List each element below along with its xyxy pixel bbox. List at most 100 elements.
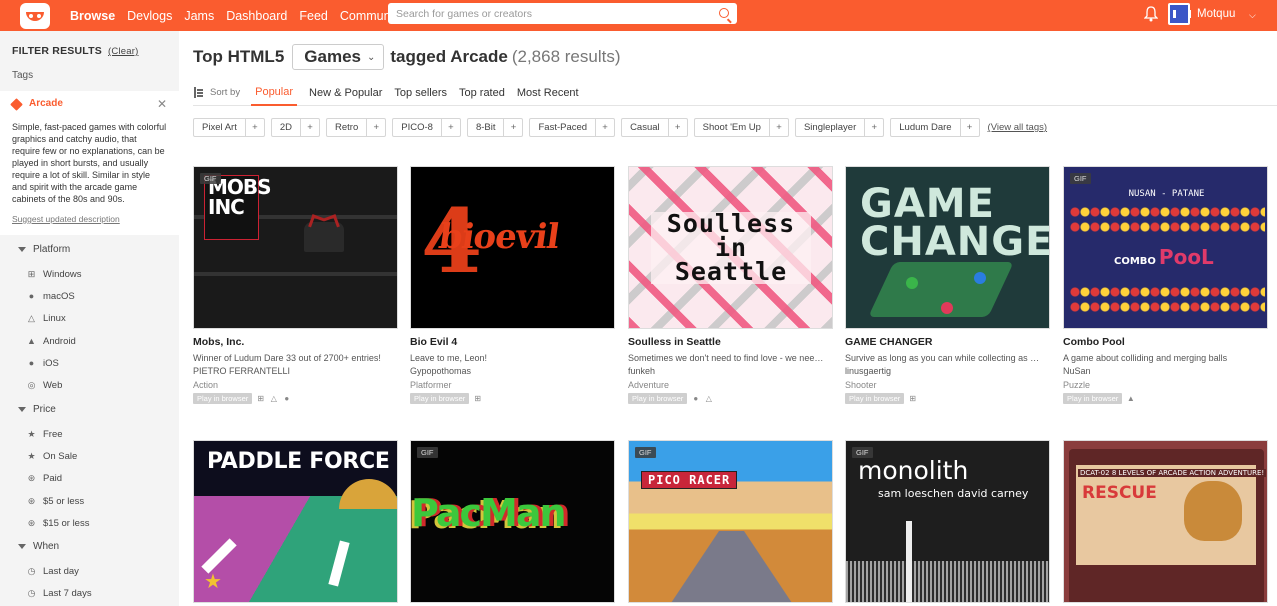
filter-ios[interactable]: ● iOS: [27, 358, 59, 369]
clear-filters-link[interactable]: (Clear): [108, 46, 138, 57]
tag-icon: [10, 98, 23, 111]
game-card: GIF MOBS INC Mobs, Inc. Winner of Ludum D…: [193, 166, 398, 404]
game-title[interactable]: Combo Pool: [1063, 336, 1268, 348]
nav-devlogs[interactable]: Devlogs: [121, 0, 178, 31]
play-in-browser-badge: Play in browser: [410, 393, 470, 404]
sort-tab-most-recent[interactable]: Most Recent: [517, 80, 579, 106]
title-suffix: tagged Arcade: [390, 47, 508, 66]
filter-last-day[interactable]: ◷ Last day: [27, 566, 79, 577]
game-card: Soulless in Seattle Soulless in Seattle …: [628, 166, 833, 404]
sort-tab-popular[interactable]: Popular: [251, 80, 298, 106]
game-description: Survive as long as you can while collect…: [845, 353, 1045, 363]
filter-on-sale[interactable]: ★ On Sale: [27, 451, 77, 462]
platform-section-toggle[interactable]: Platform: [18, 244, 70, 255]
plus-icon[interactable]: +: [301, 119, 319, 136]
filter-15-or-less[interactable]: ⊛ $15 or less: [27, 518, 90, 529]
triangle-down-icon: [18, 246, 26, 252]
plus-icon[interactable]: +: [596, 119, 614, 136]
sort-bar: Sort by Popular New & Popular Top seller…: [193, 80, 1277, 106]
game-title[interactable]: Soulless in Seattle: [628, 336, 833, 348]
avatar[interactable]: [1168, 3, 1191, 25]
plus-icon[interactable]: +: [367, 119, 385, 136]
bell-icon[interactable]: [1144, 6, 1158, 22]
game-thumbnail[interactable]: GIF monolith sam loeschen david carney: [845, 440, 1050, 603]
play-in-browser-badge: Play in browser: [845, 393, 905, 404]
plus-icon[interactable]: +: [442, 119, 460, 136]
linux-icon: △: [28, 313, 35, 323]
tag-chip: PICO-8 +: [392, 118, 461, 137]
filter-last-7-days[interactable]: ◷ Last 7 days: [27, 588, 92, 599]
game-author[interactable]: linusgaertig: [845, 366, 1050, 376]
game-author[interactable]: NuSan: [1063, 366, 1268, 376]
filter-linux[interactable]: △ Linux: [27, 313, 66, 324]
filter-paid[interactable]: ⊛ Paid: [27, 473, 62, 484]
filter-windows[interactable]: ⊞ Windows: [27, 269, 82, 280]
tag-chip: Casual +: [621, 118, 688, 137]
windows-icon: ⊞: [909, 394, 917, 403]
nav-browse[interactable]: Browse: [64, 0, 121, 31]
plus-icon[interactable]: +: [504, 119, 522, 136]
game-description: Winner of Ludum Dare 33 out of 2700+ ent…: [193, 353, 381, 363]
game-card: GIF PacMan: [410, 440, 615, 603]
plus-icon[interactable]: +: [246, 119, 264, 136]
filter-sidebar: FILTER RESULTS (Clear) Tags Arcade ✕ Sim…: [0, 31, 179, 606]
price-section-toggle[interactable]: Price: [18, 404, 56, 415]
when-section-toggle[interactable]: When: [18, 541, 59, 552]
game-card: GIF monolith sam loeschen david carney: [845, 440, 1050, 603]
plus-icon[interactable]: +: [669, 119, 687, 136]
filter-web[interactable]: ◎ Web: [27, 380, 63, 391]
thumbnail-text: RESCUE: [1082, 483, 1157, 503]
username[interactable]: Motquu: [1197, 8, 1235, 20]
itch-logo-icon[interactable]: [20, 2, 50, 29]
game-thumbnail[interactable]: Soulless in Seattle: [628, 166, 833, 329]
game-genre: Action: [193, 380, 219, 390]
game-thumbnail[interactable]: GIF PacMan: [410, 440, 615, 603]
game-author[interactable]: Gypopothomas: [410, 366, 615, 376]
game-author[interactable]: funkeh: [628, 366, 833, 376]
game-genre: Shooter: [845, 380, 877, 390]
game-thumbnail[interactable]: 4 bioevil: [410, 166, 615, 329]
game-title[interactable]: Mobs, Inc.: [193, 336, 398, 348]
filter-5-or-less[interactable]: ⊛ $5 or less: [27, 496, 84, 507]
filter-macos[interactable]: ● macOS: [27, 291, 75, 302]
type-dropdown[interactable]: Games ⌄: [292, 44, 385, 70]
chevron-down-icon[interactable]: ⌵: [1249, 10, 1256, 21]
plus-icon[interactable]: +: [770, 119, 788, 136]
game-author[interactable]: PIETRO FERRANTELLI: [193, 366, 398, 376]
game-thumbnail[interactable]: GAME CHANGER: [845, 166, 1050, 329]
star-icon: ★: [27, 429, 36, 439]
sort-tab-top-sellers[interactable]: Top sellers: [394, 80, 447, 106]
tag-chip: Retro +: [326, 118, 387, 137]
view-all-tags-link[interactable]: (View all tags): [988, 122, 1048, 133]
game-title[interactable]: Bio Evil 4: [410, 336, 615, 348]
plus-icon[interactable]: +: [865, 119, 883, 136]
thumbnail-text: DCAT-02 8 LEVELS OF ARCADE ACTION ADVENT…: [1078, 469, 1267, 477]
game-card: GIF PICO RACER: [628, 440, 833, 603]
triangle-down-icon: [18, 543, 26, 549]
suggest-description-link[interactable]: Suggest updated description: [12, 214, 120, 224]
play-in-browser-badge: Play in browser: [628, 393, 688, 404]
game-thumbnail[interactable]: GIF PICO RACER: [628, 440, 833, 603]
game-card: GIF NUSAN - PATANE COMBO PooL Combo Pool …: [1063, 166, 1268, 404]
sort-tab-new-popular[interactable]: New & Popular: [309, 80, 382, 106]
tag-chip: 2D +: [270, 118, 321, 137]
search-input[interactable]: [396, 7, 716, 20]
plus-icon[interactable]: +: [961, 119, 979, 136]
thumbnail-text: Soulless in Seattle: [651, 211, 811, 284]
star-icon: ★: [204, 571, 222, 593]
nav-dashboard[interactable]: Dashboard: [220, 0, 293, 31]
game-thumbnail[interactable]: PADDLE FORCE ★: [193, 440, 398, 603]
game-thumbnail[interactable]: GIF NUSAN - PATANE COMBO PooL: [1063, 166, 1268, 329]
nav-jams[interactable]: Jams: [178, 0, 220, 31]
sort-tab-top-rated[interactable]: Top rated: [459, 80, 505, 106]
game-thumbnail[interactable]: GIF MOBS INC: [193, 166, 398, 329]
filter-free[interactable]: ★ Free: [27, 429, 62, 440]
search-icon[interactable]: [719, 8, 729, 18]
cart-icon: ⊛: [27, 496, 36, 506]
filter-android[interactable]: ▲ Android: [27, 336, 76, 347]
game-title[interactable]: GAME CHANGER: [845, 336, 1050, 348]
close-icon[interactable]: ✕: [157, 97, 167, 111]
nav-feed[interactable]: Feed: [293, 0, 334, 31]
game-thumbnail[interactable]: DCAT-02 8 LEVELS OF ARCADE ACTION ADVENT…: [1063, 440, 1268, 603]
windows-icon: ⊞: [257, 394, 265, 403]
